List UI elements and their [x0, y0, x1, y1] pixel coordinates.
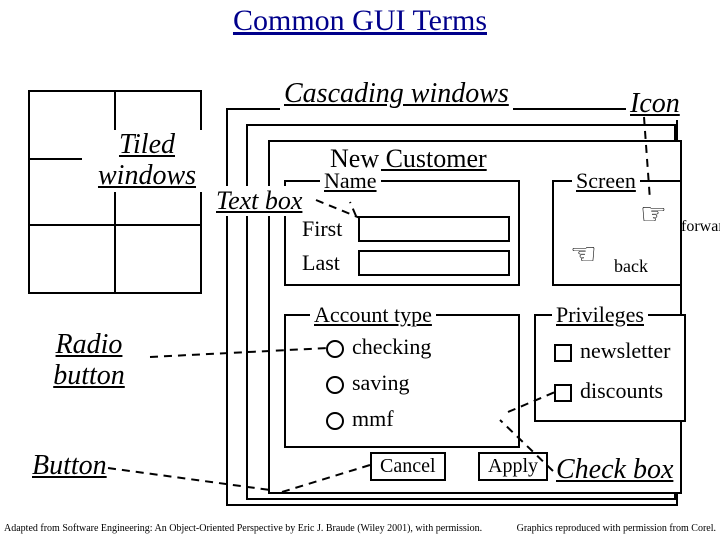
radio-saving[interactable] [326, 376, 344, 394]
first-label: First [302, 216, 342, 242]
radio-checking[interactable] [326, 340, 344, 358]
checkbox-discounts[interactable] [554, 384, 572, 402]
radio-button-label: Radio button [34, 330, 144, 392]
checkbox-newsletter-label: newsletter [580, 338, 670, 364]
back-label: back [614, 256, 648, 277]
radio-checking-label: checking [352, 334, 431, 360]
textbox-label: Text box [214, 186, 304, 216]
radio-mmf-label: mmf [352, 406, 394, 432]
forward-label: forward [681, 218, 720, 236]
pointing-hand-back-icon[interactable]: ☜ [570, 240, 597, 270]
last-label: Last [302, 250, 340, 276]
cascading-windows-label: Cascading windows [280, 78, 513, 110]
name-legend: Name [320, 168, 381, 194]
credits-right: Graphics reproduced with permission from… [517, 523, 716, 534]
tiled-windows-diagram [28, 90, 202, 294]
last-input[interactable] [358, 250, 510, 276]
privileges-legend: Privileges [552, 302, 648, 328]
pointing-hand-forward-icon[interactable]: ☞ [640, 200, 667, 230]
button-label: Button [32, 450, 107, 482]
checkbox-newsletter[interactable] [554, 344, 572, 362]
checkbox-discounts-label: discounts [580, 378, 663, 404]
screen-legend: Screen [572, 168, 640, 194]
credits-left: Adapted from Software Engineering: An Ob… [4, 523, 482, 534]
page-title: Common GUI Terms [0, 4, 720, 38]
checkbox-label: Check box [556, 454, 673, 486]
icon-label: Icon [626, 88, 684, 120]
cancel-button[interactable]: Cancel [370, 452, 446, 481]
privileges-fieldset [534, 314, 686, 422]
tiled-windows-label: Tiled windows [82, 130, 212, 192]
radio-mmf[interactable] [326, 412, 344, 430]
first-input[interactable] [358, 216, 510, 242]
apply-button[interactable]: Apply [478, 452, 548, 481]
radio-saving-label: saving [352, 370, 409, 396]
account-legend: Account type [310, 302, 436, 328]
